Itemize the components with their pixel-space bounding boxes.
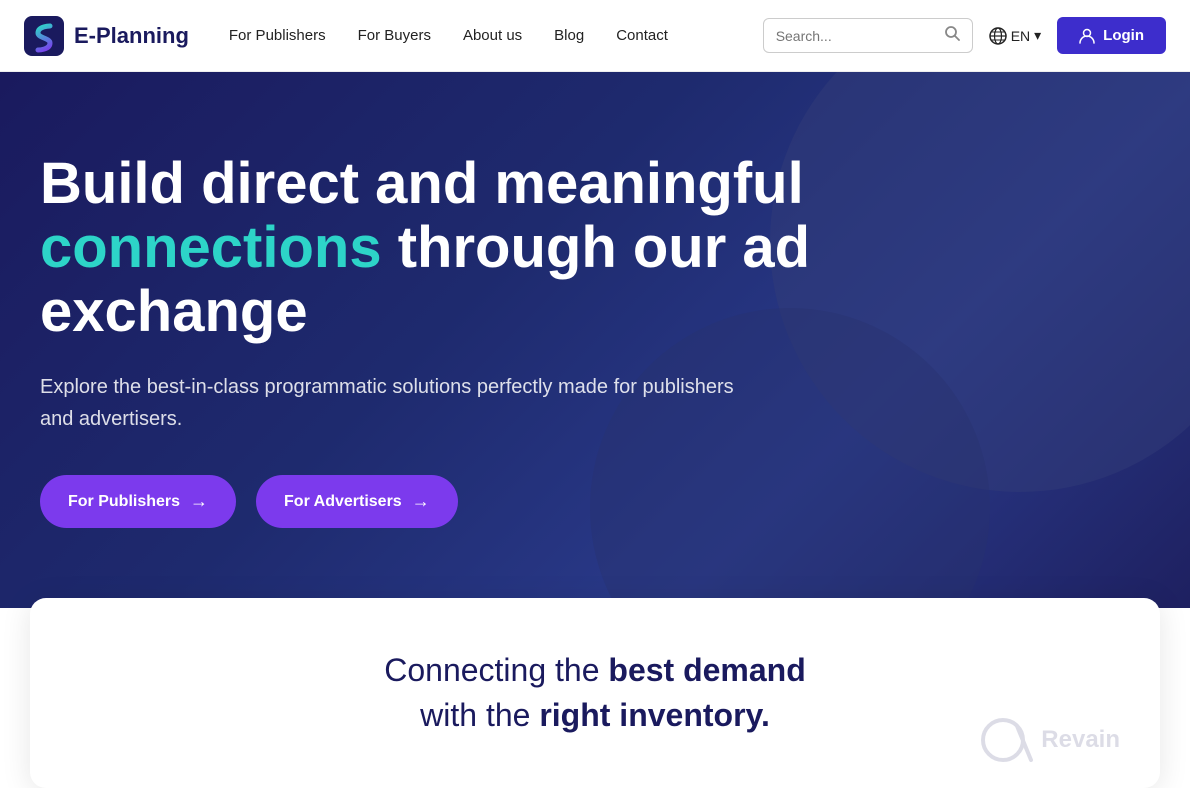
nav-links: For Publishers For Buyers About us Blog … xyxy=(229,27,763,44)
hero-content: Build direct and meaningful connections … xyxy=(40,152,940,528)
search-icon xyxy=(944,25,960,46)
for-advertisers-label: For Advertisers xyxy=(284,493,402,511)
for-publishers-label: For Publishers xyxy=(68,493,180,511)
banner-bold2: right inventory. xyxy=(539,697,770,733)
connecting-banner: Connecting the best demand with the righ… xyxy=(30,598,1160,788)
banner-bold1: best demand xyxy=(608,652,805,688)
for-publishers-button[interactable]: For Publishers → xyxy=(40,475,236,528)
revain-icon xyxy=(979,712,1035,768)
login-button[interactable]: Login xyxy=(1057,17,1166,54)
lang-label: EN xyxy=(1011,28,1030,44)
banner-text-part1: Connecting the xyxy=(384,652,599,688)
banner-text-part2: with the xyxy=(420,697,530,733)
search-input[interactable] xyxy=(776,28,936,44)
logo[interactable]: E-Planning xyxy=(24,16,189,56)
nav-for-buyers[interactable]: For Buyers xyxy=(358,27,431,44)
hero-title-part1: Build direct and meaningful xyxy=(40,151,804,216)
globe-icon xyxy=(989,27,1007,45)
language-selector[interactable]: EN ▾ xyxy=(989,27,1041,45)
nav-about-us[interactable]: About us xyxy=(463,27,522,44)
arrow-icon: → xyxy=(190,491,208,512)
hero-buttons: For Publishers → For Advertisers → xyxy=(40,475,940,528)
hero-title: Build direct and meaningful connections … xyxy=(40,152,940,343)
nav-blog[interactable]: Blog xyxy=(554,27,584,44)
chevron-down-icon: ▾ xyxy=(1034,27,1041,44)
revain-watermark: Revain xyxy=(979,712,1120,768)
hero-section: Build direct and meaningful connections … xyxy=(0,72,1190,608)
nav-for-publishers[interactable]: For Publishers xyxy=(229,27,326,44)
arrow-icon-2: → xyxy=(412,491,430,512)
hero-subtitle: Explore the best-in-class programmatic s… xyxy=(40,371,740,435)
hero-title-highlight: connections xyxy=(40,215,382,280)
logo-icon xyxy=(24,16,64,56)
navbar: E-Planning For Publishers For Buyers Abo… xyxy=(0,0,1190,72)
revain-text: Revain xyxy=(1041,726,1120,754)
logo-text: E-Planning xyxy=(74,23,189,49)
for-advertisers-button[interactable]: For Advertisers → xyxy=(256,475,458,528)
banner-text: Connecting the best demand with the righ… xyxy=(70,648,1120,738)
user-icon xyxy=(1079,28,1095,44)
nav-contact[interactable]: Contact xyxy=(616,27,668,44)
search-area xyxy=(763,18,973,53)
login-label: Login xyxy=(1103,27,1144,44)
